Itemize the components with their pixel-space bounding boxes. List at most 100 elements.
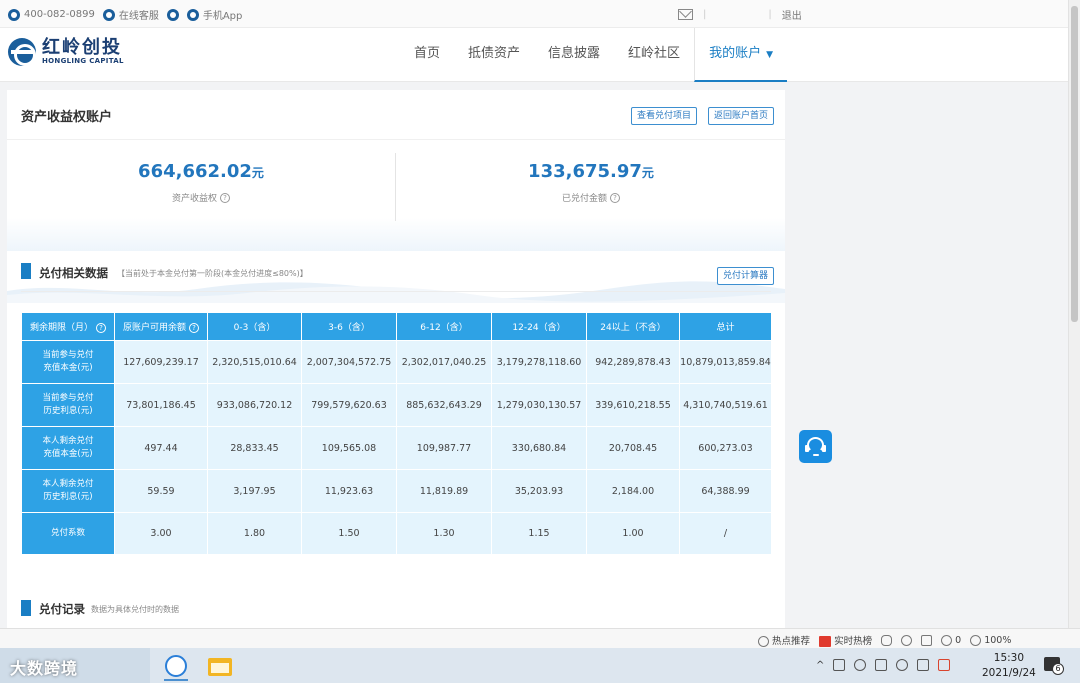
table-cell: 330,680.84	[491, 426, 587, 470]
table-cell: 20,708.45	[586, 426, 680, 470]
account-summary: 664,662.02元 资产收益权? 133,675.97元 已兑付金额?	[7, 141, 785, 303]
browser-status-bar: 热点推荐 实时热榜 0 100%	[0, 628, 1080, 648]
network-icon[interactable]	[875, 659, 888, 671]
hotline: 400-082-0899	[8, 8, 95, 21]
col-header: 3-6（含）	[301, 312, 397, 341]
table-cell: 933,086,720.12	[207, 383, 302, 427]
help-icon[interactable]: ?	[220, 192, 230, 203]
customer-service-button[interactable]	[799, 430, 832, 463]
clock-date: 2021/9/24	[982, 667, 1036, 679]
table-cell: 73,801,186.45	[114, 383, 208, 427]
section-marker	[21, 263, 31, 279]
paid-value: 133,675.97	[528, 161, 642, 182]
phone-icon	[8, 8, 20, 21]
records-section-note: 数据为具体兑付时的数据	[91, 605, 179, 614]
table-cell: 35,203.93	[491, 469, 587, 513]
table-cell: 1.00	[586, 512, 680, 555]
section-marker	[21, 600, 31, 616]
chevron-down-icon: ▼	[766, 50, 773, 60]
equity-unit: 元	[251, 166, 264, 180]
scrollbar-thumb[interactable]	[1071, 6, 1078, 322]
table-cell: 2,320,515,010.64	[207, 340, 302, 384]
top-info-bar: 400-082-0899 在线客服 手机App | | 退出	[0, 0, 1068, 28]
ime-icon[interactable]	[917, 659, 930, 671]
help-icon[interactable]: ?	[610, 192, 620, 203]
wechat-link[interactable]	[166, 8, 179, 21]
site-header: 红岭创投 HONGLING CAPITAL 首页 抵债资产 信息披露 红岭社区 …	[0, 28, 1068, 82]
os-taskbar: 大数跨境 ^ 15:30 2021/9/24 6	[0, 648, 1080, 683]
equity-summary: 664,662.02元 资产收益权?	[51, 161, 351, 204]
payout-calculator-button[interactable]: 兑付计算器	[717, 267, 775, 285]
divider: |	[768, 9, 772, 20]
payout-section-title: 兑付相关数据	[39, 266, 108, 280]
download-counter[interactable]: 0	[941, 634, 961, 646]
table-row: 本人剩余兑付 充值本金(元) 497.44 28,833.45 109,565.0…	[21, 426, 772, 470]
table-cell: 64,388.99	[679, 469, 772, 513]
nav-my-account[interactable]: 我的账户 ▼	[694, 28, 787, 82]
logo-mark-icon	[8, 38, 36, 66]
zoom-control[interactable]: 100%	[970, 634, 1011, 646]
help-icon[interactable]: ?	[188, 323, 199, 333]
nav-community[interactable]: 红岭社区	[614, 28, 694, 82]
table-cell: 885,632,643.29	[396, 383, 492, 427]
nav-disclosure[interactable]: 信息披露	[534, 28, 614, 82]
browser-app-icon[interactable]	[165, 655, 187, 677]
payout-table: 剩余期限（月） ? 原账户可用余额 ? 0-3（含） 3-6（含） 6-12（含…	[21, 312, 772, 555]
watermark-text: 大数跨境	[10, 659, 79, 678]
system-tray: ^	[816, 659, 951, 671]
logout-link[interactable]: 退出	[782, 7, 802, 22]
main-nav: 首页 抵债资产 信息披露 红岭社区 我的账户 ▼	[400, 28, 787, 82]
table-cell: 2,184.00	[586, 469, 680, 513]
notification-center-icon[interactable]: 6	[1044, 657, 1064, 675]
wechat-icon	[166, 8, 179, 21]
speaker-icon[interactable]	[901, 634, 913, 646]
site-logo[interactable]: 红岭创投 HONGLING CAPITAL	[8, 38, 124, 66]
table-cell: 1.15	[491, 512, 587, 555]
table-cell: 59.59	[114, 469, 208, 513]
table-cell: 11,923.63	[301, 469, 397, 513]
table-cell: 2,007,304,572.75	[301, 340, 397, 384]
col-header: 0-3（含）	[207, 312, 302, 341]
col-header: 12-24（含）	[491, 312, 587, 341]
table-header-row: 剩余期限（月） ? 原账户可用余额 ? 0-3（含） 3-6（含） 6-12（含…	[21, 312, 772, 341]
lock-icon[interactable]	[921, 634, 933, 646]
divider: |	[703, 9, 707, 20]
col-header: 总计	[679, 312, 772, 341]
nav-home[interactable]: 首页	[400, 28, 454, 82]
volume-icon[interactable]	[896, 659, 909, 671]
tray-app-icon[interactable]	[833, 659, 846, 671]
file-explorer-icon[interactable]	[208, 658, 232, 676]
system-clock[interactable]: 15:30 2021/9/24	[982, 651, 1036, 681]
table-cell: 4,310,740,519.61	[679, 383, 772, 427]
mobile-app-link[interactable]: 手机App	[186, 7, 243, 22]
decorative-wave	[7, 281, 785, 303]
records-section-title: 兑付记录	[39, 602, 85, 616]
headset-mic	[813, 454, 819, 456]
table-cell: 799,579,620.63	[301, 383, 397, 427]
row-header: 本人剩余兑付 历史利息(元)	[21, 469, 115, 513]
mail-icon[interactable]	[678, 9, 693, 20]
headset-ear-left	[805, 445, 809, 452]
panel-header: 资产收益权账户 查看兑付项目 返回账户首页	[7, 90, 785, 140]
online-service-link[interactable]: 在线客服	[102, 7, 159, 22]
taskbar-search-area[interactable]: 大数跨境	[0, 648, 150, 683]
view-projects-button[interactable]: 查看兑付项目	[631, 107, 698, 125]
logo-name-en: HONGLING CAPITAL	[42, 56, 124, 65]
realtime-hot[interactable]: 实时热榜	[819, 633, 872, 647]
table-row: 本人剩余兑付 历史利息(元) 59.59 3,197.95 11,923.63 1…	[21, 469, 772, 513]
table-cell: 1.80	[207, 512, 302, 555]
input-method-icon[interactable]	[938, 659, 951, 671]
help-icon[interactable]: ?	[95, 323, 106, 333]
mobile-app-label: 手机App	[202, 11, 243, 22]
page-scrollbar[interactable]	[1068, 0, 1080, 628]
tray-app-icon[interactable]	[854, 659, 867, 671]
hand-icon	[758, 636, 769, 647]
nav-debt-assets[interactable]: 抵债资产	[454, 28, 534, 82]
col-header: 原账户可用余额 ?	[114, 312, 208, 341]
back-home-button[interactable]: 返回账户首页	[708, 107, 775, 125]
payout-section-note: 【当前处于本金兑付第一阶段(本金兑付进度≤80%)】	[117, 269, 308, 278]
hot-recommend[interactable]: 热点推荐	[758, 633, 810, 647]
chevron-up-icon[interactable]: ^	[816, 660, 824, 671]
table-cell: 11,819.89	[396, 469, 492, 513]
shield-icon[interactable]	[881, 634, 893, 646]
